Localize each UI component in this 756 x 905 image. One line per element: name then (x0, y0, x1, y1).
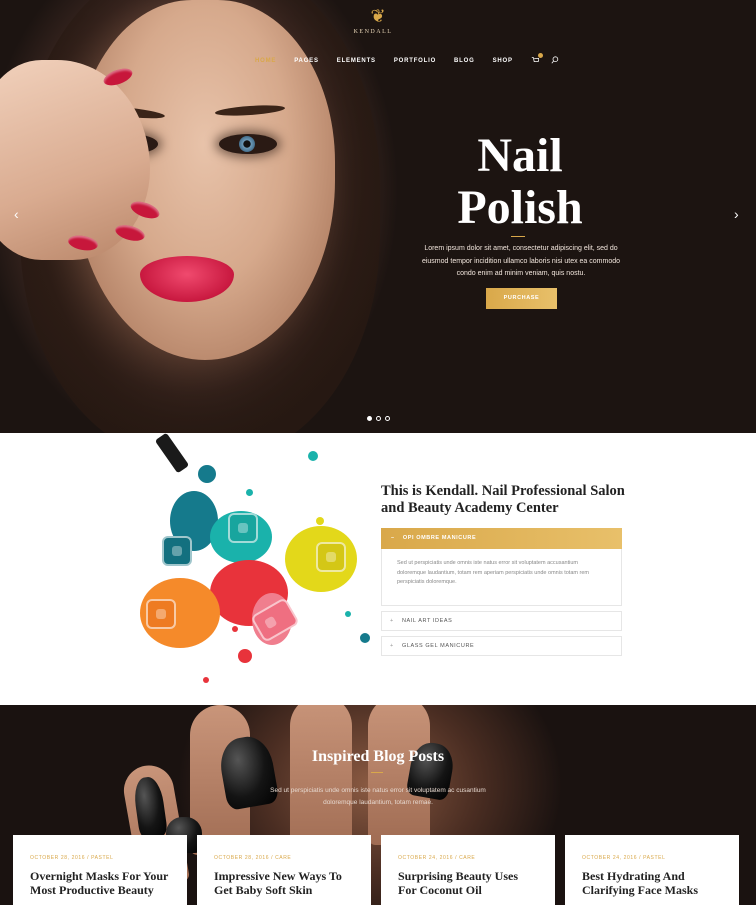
eye (219, 134, 277, 154)
logo[interactable]: ❦ KENDALL (354, 6, 393, 35)
accordion-item-ombre[interactable]: – OPI OMBRE MANICURE (381, 528, 622, 549)
post-title[interactable]: Overnight Masks For Your Most Productive… (30, 869, 170, 897)
about-title: This is Kendall. Nail Professional Salon… (381, 483, 625, 516)
post-meta: OCTOBER 28, 2016 / CARE (214, 855, 292, 861)
prev-arrow-icon[interactable]: ‹ (14, 206, 19, 222)
plus-icon: + (390, 643, 394, 649)
hero-title-line2: Polish (457, 181, 583, 234)
blog-card[interactable]: OCTOBER 24, 2016 / PASTEL Best Hydrating… (565, 835, 739, 905)
post-date: OCTOBER 24, 2016 (582, 855, 638, 861)
blog-card[interactable]: OCTOBER 28, 2016 / PASTEL Overnight Mask… (13, 835, 187, 905)
brand-name: KENDALL (353, 29, 393, 35)
accordion-label: OPI OMBRE MANICURE (402, 535, 477, 541)
slider-pagination (367, 416, 390, 421)
drop (345, 611, 351, 617)
hero-title-line1: Nail (477, 129, 563, 182)
about-section: This is Kendall. Nail Professional Salon… (0, 432, 756, 705)
polish-brush (154, 432, 190, 474)
drop (203, 677, 209, 683)
blog-card[interactable]: OCTOBER 24, 2016 / CARE Surprising Beaut… (381, 835, 555, 905)
nav-pages[interactable]: PAGES (294, 58, 319, 64)
nav-shop[interactable]: SHOP (493, 58, 513, 64)
accordion-content: Sed ut perspiciatis unde omnis iste natu… (381, 549, 622, 606)
accordion-item-gel[interactable]: + GLASS GEL MANICURE (381, 636, 622, 656)
next-arrow-icon[interactable]: › (734, 206, 739, 222)
nav-portfolio[interactable]: PORTFOLIO (394, 58, 436, 64)
polish-bottle (162, 536, 192, 566)
drop (360, 633, 370, 643)
drop (246, 489, 253, 496)
cart-count-badge (537, 53, 543, 58)
hero-slider: ❦ KENDALL HOME PAGES ELEMENTS PORTFOLIO … (0, 0, 756, 433)
blog-section: Inspired Blog Posts Sed ut perspiciatis … (0, 705, 756, 905)
hero-title: Nail Polish (420, 130, 620, 234)
post-meta: OCTOBER 24, 2016 / PASTEL (582, 855, 666, 861)
nav-blog[interactable]: BLOG (454, 58, 475, 64)
post-title[interactable]: Best Hydrating And Clarifying Face Masks (582, 869, 722, 897)
polish-bottle (316, 542, 346, 572)
post-date: OCTOBER 28, 2016 (214, 855, 270, 861)
post-date: OCTOBER 28, 2016 (30, 855, 86, 861)
plus-icon: + (390, 618, 394, 624)
main-nav: HOME PAGES ELEMENTS PORTFOLIO BLOG SHOP (255, 53, 571, 66)
post-meta: OCTOBER 24, 2016 / CARE (398, 855, 476, 861)
drop (232, 626, 238, 632)
slider-dot[interactable] (367, 416, 372, 421)
post-meta: OCTOBER 28, 2016 / PASTEL (30, 855, 114, 861)
accordion-label: GLASS GEL MANICURE (401, 643, 475, 649)
post-date: OCTOBER 24, 2016 (398, 855, 454, 861)
leaf-icon: ❦ (370, 6, 386, 26)
nav-home[interactable]: HOME (255, 58, 276, 64)
post-title[interactable]: Impressive New Ways To Get Baby Soft Ski… (214, 869, 354, 897)
blog-divider (371, 772, 383, 773)
drop (316, 517, 324, 525)
cart-icon[interactable] (531, 53, 543, 66)
slider-dot[interactable] (385, 416, 390, 421)
drop (238, 649, 252, 663)
drop (198, 465, 216, 483)
polish-bottle (228, 513, 258, 543)
hero-description: Lorem ipsum dolor sit amet, consectetur … (421, 245, 621, 277)
post-category[interactable]: PASTEL (643, 855, 665, 861)
post-category[interactable]: CARE (275, 855, 291, 861)
post-category[interactable]: PASTEL (91, 855, 113, 861)
eyebrow (214, 103, 286, 118)
polish-bottle (146, 599, 176, 629)
post-title[interactable]: Surprising Beauty Uses For Coconut Oil (398, 869, 538, 897)
drop (308, 451, 318, 461)
accordion-label: NAIL ART IDEAS (401, 618, 453, 624)
blog-title: Inspired Blog Posts (311, 748, 445, 765)
finger (290, 705, 352, 855)
minus-icon: – (391, 535, 395, 541)
blog-card[interactable]: OCTOBER 28, 2016 / CARE Impressive New W… (197, 835, 371, 905)
nav-elements[interactable]: ELEMENTS (337, 58, 376, 64)
slider-dot[interactable] (376, 416, 381, 421)
blog-description: Sed ut perspiciatis unde omnis iste natu… (270, 787, 486, 806)
accordion-item-nail-art[interactable]: + NAIL ART IDEAS (381, 611, 622, 631)
search-icon[interactable] (551, 56, 559, 66)
hero-divider (511, 236, 525, 237)
purchase-button[interactable]: PURCHASE (486, 288, 557, 309)
post-category[interactable]: CARE (459, 855, 475, 861)
